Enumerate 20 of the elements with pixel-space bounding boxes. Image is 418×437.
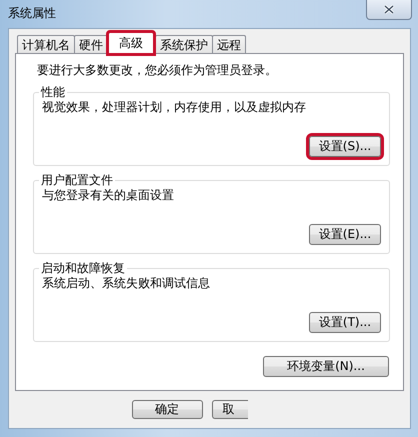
settings-button[interactable]: 设置(T)... — [309, 312, 381, 333]
settings-button[interactable]: 设置(E)... — [309, 224, 381, 245]
tab[interactable]: 计算机名 — [17, 35, 75, 54]
environment-variables-button[interactable]: 环境变量(N)... — [263, 356, 389, 377]
group-title: 性能 — [39, 85, 67, 99]
ok-button[interactable]: 确定 — [132, 400, 202, 419]
tab[interactable]: 高级 — [108, 32, 154, 54]
group-description: 系统启动、系统失败和调试信息 — [42, 275, 211, 291]
group-title: 启动和故障恢复 — [39, 261, 127, 275]
group-description: 视觉效果，处理器计划，内存使用，以及虚拟内存 — [42, 99, 307, 115]
cancel-button[interactable]: 取 — [212, 400, 248, 419]
close-button[interactable] — [366, 0, 412, 20]
tab[interactable]: 远程 — [212, 35, 246, 54]
tab[interactable]: 系统保护 — [155, 35, 213, 54]
window-title: 系统属性 — [8, 4, 56, 22]
close-icon — [384, 5, 394, 14]
settings-button[interactable]: 设置(S)... — [309, 136, 381, 157]
admin-notice: 要进行大多数更改，您必须作为管理员登录。 — [37, 62, 278, 78]
group-title: 用户配置文件 — [39, 173, 115, 187]
group-description: 与您登录有关的桌面设置 — [42, 187, 175, 203]
